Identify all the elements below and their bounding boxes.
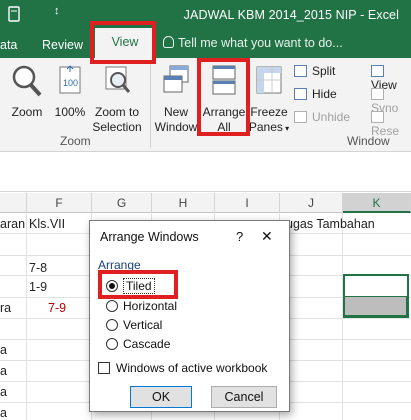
- radio-horizontal[interactable]: Horizontal: [106, 299, 177, 313]
- hide-button[interactable]: Hide: [294, 87, 337, 101]
- checkbox-icon: [98, 362, 110, 374]
- hide-icon: [294, 88, 307, 100]
- zoom-selection-label-2: Selection: [92, 120, 142, 134]
- close-icon[interactable]: ✕: [261, 228, 273, 245]
- cell-header-left: aran: [0, 217, 26, 231]
- column-header-f[interactable]: F: [27, 193, 92, 213]
- column-headers: F G H I J K: [0, 193, 411, 213]
- touch-mode-icon[interactable]: [8, 6, 20, 25]
- dialog-title: Arrange Windows: [100, 230, 199, 244]
- zoom-to-selection-button[interactable]: Zoom to Selection: [90, 64, 144, 135]
- cell-left-r7: a: [0, 385, 7, 399]
- new-window-button[interactable]: New Window: [153, 64, 199, 135]
- cell-header-f: Kls.VII: [29, 217, 66, 231]
- grid-line: [26, 213, 27, 420]
- freeze-panes-icon: [248, 64, 290, 102]
- cell-left-r6: a: [0, 364, 7, 378]
- cancel-button[interactable]: Cancel: [211, 386, 277, 408]
- reset-position-icon: [371, 111, 384, 123]
- cell-f-r1: 7-8: [29, 261, 48, 275]
- zoom-button[interactable]: Zoom: [8, 64, 46, 120]
- split-icon: [294, 65, 307, 77]
- column-header-i[interactable]: I: [215, 193, 280, 213]
- zoom-group-label: Zoom: [60, 134, 91, 148]
- highlight-arrange-all: [197, 58, 250, 136]
- zoom-100-icon: 100: [52, 64, 88, 102]
- cell-left-r8: a: [0, 406, 7, 420]
- arrange-windows-dialog: Arrange Windows ? ✕ Arrange Tiled Horizo…: [89, 220, 290, 412]
- dropdown-caret-icon: ▾: [282, 124, 290, 133]
- column-header-e[interactable]: [0, 193, 27, 213]
- zoom-100-label: 100%: [54, 105, 86, 119]
- svg-text:100: 100: [63, 78, 78, 88]
- radio-vertical-label: Vertical: [123, 318, 163, 332]
- new-window-icon: [153, 64, 199, 102]
- group-separator: [150, 64, 151, 148]
- highlight-tiled-option: [98, 270, 178, 299]
- cell-left-r5: a: [0, 343, 7, 357]
- cell-f-r2: 1-9: [29, 280, 48, 294]
- lightbulb-icon: [163, 36, 174, 48]
- window-group-label: Window: [347, 134, 390, 148]
- unhide-label: Unhide: [312, 110, 351, 124]
- radio-empty-icon: [106, 300, 118, 312]
- radio-vertical[interactable]: Vertical: [106, 318, 162, 332]
- column-header-h[interactable]: H: [152, 193, 215, 213]
- cell-left-r3: ra: [0, 301, 12, 315]
- cell-f-r3: 7-9: [48, 301, 67, 315]
- selected-range-border[interactable]: [343, 274, 409, 318]
- zoom-100-button[interactable]: 100 100%: [52, 64, 88, 120]
- title-bar: ↕ JADWAL KBM 2014_2015 NIP - Excel: [0, 0, 411, 30]
- side-by-side-icon: [371, 65, 384, 77]
- formula-bar-area: [0, 152, 411, 192]
- windows-of-active-workbook-checkbox[interactable]: Windows of active workbook: [98, 361, 267, 375]
- radio-cascade-label: Cascade: [123, 337, 171, 351]
- split-label: Split: [312, 64, 336, 78]
- radio-empty-icon: [106, 338, 118, 350]
- sync-scroll-icon: [371, 88, 384, 100]
- ok-button[interactable]: OK: [130, 386, 192, 408]
- tab-data[interactable]: ata: [0, 38, 17, 52]
- unhide-button[interactable]: Unhide: [294, 110, 350, 124]
- window-title: JADWAL KBM 2014_2015 NIP - Excel: [183, 8, 399, 22]
- customize-quick-access-icon[interactable]: ↕: [54, 5, 60, 17]
- highlight-view-tab: [90, 21, 156, 64]
- unhide-icon: [294, 111, 307, 123]
- zoom-selection-label-1: Zoom to: [94, 105, 139, 119]
- help-button[interactable]: ?: [236, 229, 243, 244]
- column-header-k[interactable]: K: [343, 193, 411, 213]
- tell-me-search[interactable]: Tell me what you want to do...: [163, 36, 343, 50]
- freeze-panes-button[interactable]: Freeze Panes ▾: [248, 64, 290, 136]
- radio-cascade[interactable]: Cascade: [106, 337, 170, 351]
- freeze-panes-label-1: Freeze: [250, 105, 288, 119]
- magnifier-icon: [8, 64, 46, 102]
- zoom-label: Zoom: [11, 105, 43, 119]
- split-button[interactable]: Split: [294, 64, 335, 78]
- new-window-label-1: New: [163, 105, 188, 119]
- radio-empty-icon: [106, 319, 118, 331]
- radio-horizontal-label: Horizontal: [123, 299, 178, 313]
- cell-header-j: ugas Tambahan: [286, 217, 375, 231]
- hide-label: Hide: [312, 87, 337, 101]
- zoom-selection-icon: [90, 64, 144, 102]
- tab-review[interactable]: Review: [42, 38, 83, 52]
- checkbox-label: Windows of active workbook: [116, 361, 268, 375]
- freeze-panes-label-2: Panes: [248, 120, 283, 134]
- column-header-j[interactable]: J: [280, 193, 343, 213]
- tell-me-text: Tell me what you want to do...: [178, 36, 343, 50]
- column-header-g[interactable]: G: [92, 193, 152, 213]
- new-window-label-2: Window: [154, 120, 198, 134]
